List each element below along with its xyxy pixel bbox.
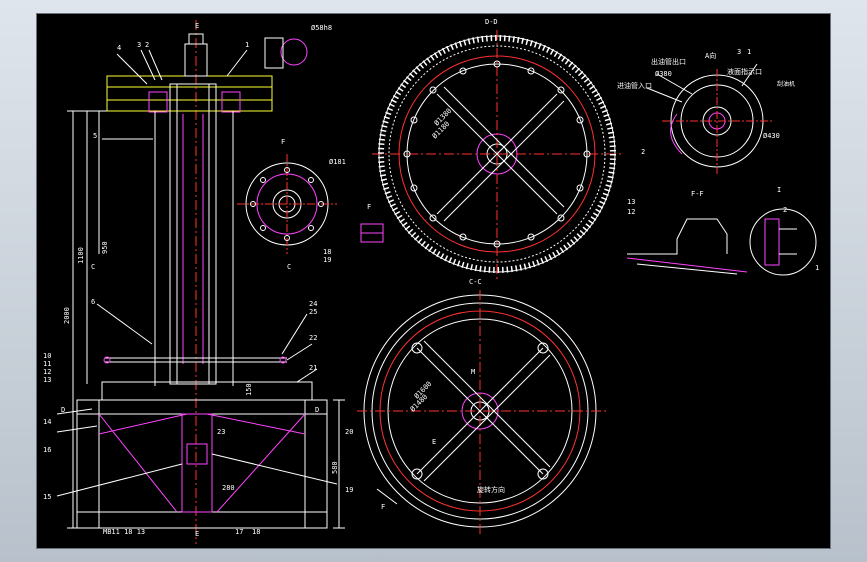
detail-ff-part: 12 bbox=[627, 208, 635, 216]
part-number: 5 bbox=[93, 132, 97, 140]
section-mark: C bbox=[91, 263, 95, 271]
hub-mark: F bbox=[281, 138, 285, 146]
dim-150: 150 bbox=[245, 383, 253, 396]
detail-i-title: I bbox=[777, 186, 781, 194]
view-cc-mark: M bbox=[471, 368, 475, 376]
hub-flange-detail bbox=[237, 154, 337, 254]
view-dd-title: D-D bbox=[485, 18, 498, 26]
section-mark: C bbox=[287, 263, 291, 271]
hub-part: 19 bbox=[323, 256, 331, 264]
shaft-dim: Ø58h8 bbox=[311, 24, 332, 32]
dim-280: 280 bbox=[222, 484, 235, 492]
detail-label: 进油管入口 bbox=[617, 81, 652, 90]
part-number: 21 bbox=[309, 364, 317, 372]
detail-ff-title: F-F bbox=[691, 190, 704, 198]
cad-drawing-viewport[interactable]: 4 3 2 1 5 6 10 11 12 13 14 15 16 17 18 1… bbox=[36, 13, 831, 549]
part-number: 12 bbox=[43, 368, 51, 376]
part-number: 6 bbox=[91, 298, 95, 306]
drawing-canvas: 4 3 2 1 5 6 10 11 12 13 14 15 16 17 18 1… bbox=[43, 18, 819, 544]
section-mark: E bbox=[195, 22, 199, 30]
rotation-direction: 旋转方向 bbox=[477, 485, 505, 494]
part-number: 17 bbox=[235, 528, 243, 536]
part-number: 1 bbox=[245, 41, 249, 49]
part-number: 20 bbox=[345, 428, 353, 436]
dim-950: 950 bbox=[101, 241, 109, 254]
detail-i-part: 1 bbox=[815, 264, 819, 272]
clamp-detail bbox=[360, 223, 384, 243]
part-number: 19 bbox=[345, 486, 353, 494]
part-number: 13 bbox=[43, 376, 51, 384]
part-number: 4 bbox=[117, 44, 121, 52]
detail-right-top bbox=[646, 63, 772, 174]
part-number: 3 bbox=[137, 41, 141, 49]
section-mark: D bbox=[61, 406, 65, 414]
part-number: 14 bbox=[43, 418, 51, 426]
part-number: 24 bbox=[309, 300, 317, 308]
detail-i-part: 2 bbox=[783, 206, 787, 214]
view-dd bbox=[372, 30, 622, 279]
detail-ff-part: 13 bbox=[627, 198, 635, 206]
section-mark: E bbox=[195, 530, 199, 538]
hub-mark: F bbox=[367, 203, 371, 211]
detail-i bbox=[749, 208, 817, 276]
detail-label: 液面指示口 bbox=[727, 67, 762, 76]
detail-dim: Ø380 bbox=[655, 70, 672, 78]
section-mark: D bbox=[315, 406, 319, 414]
detail-label: 出油管出口 bbox=[651, 57, 686, 66]
part-number: 23 bbox=[217, 428, 225, 436]
dim-1100: 1100 bbox=[77, 247, 85, 264]
elevation-view bbox=[56, 20, 345, 544]
view-cc-mark: E bbox=[432, 438, 436, 446]
part-number: 2 bbox=[145, 41, 149, 49]
view-cc-mark: F bbox=[381, 503, 385, 511]
detail-ff bbox=[626, 218, 748, 275]
bottom-part-label: MB11 18 13 bbox=[103, 528, 145, 536]
detail-part: 3 bbox=[737, 48, 741, 56]
part-number: 25 bbox=[309, 308, 317, 316]
dim-2000: 2000 bbox=[63, 307, 71, 324]
part-number: 10 bbox=[43, 352, 51, 360]
part-number: 22 bbox=[309, 334, 317, 342]
detail-label: 刮油机 bbox=[777, 80, 795, 88]
part-number: 11 bbox=[43, 360, 51, 368]
part-number: 18 bbox=[252, 528, 260, 536]
hub-dim: Ø181 bbox=[329, 158, 346, 166]
part-number: 16 bbox=[43, 446, 51, 454]
view-cc-title: C-C bbox=[469, 278, 482, 286]
dim-580: 580 bbox=[331, 461, 339, 474]
shaft-detail bbox=[264, 37, 308, 69]
detail-part: 1 bbox=[747, 48, 751, 56]
hub-part: 18 bbox=[323, 248, 331, 256]
detail-part: 2 bbox=[641, 148, 645, 156]
part-number: 15 bbox=[43, 493, 51, 501]
view-cc bbox=[357, 290, 607, 534]
detail-label: A向 bbox=[705, 51, 716, 60]
detail-dim: Ø430 bbox=[763, 132, 780, 140]
